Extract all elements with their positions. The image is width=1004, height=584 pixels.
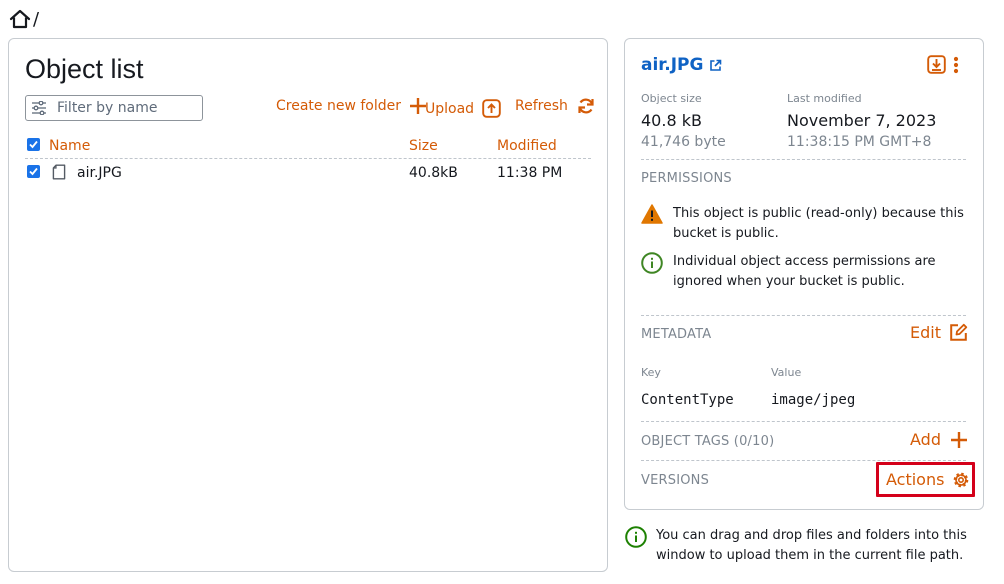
edit-metadata-button[interactable]: Edit <box>910 323 968 342</box>
gear-icon <box>952 471 970 489</box>
download-icon[interactable] <box>927 55 946 74</box>
upload-label: Upload <box>425 100 475 117</box>
versions-header: VERSIONS <box>641 473 710 488</box>
warning-text-line2: bucket is public. <box>673 226 779 241</box>
filter-icon <box>31 101 47 115</box>
more-options-icon[interactable] <box>952 56 960 74</box>
filename-link[interactable]: air.JPG <box>641 55 722 75</box>
info-text-line1: Individual object access permissions are <box>673 254 936 269</box>
object-size-label: Object size <box>641 92 702 105</box>
select-all-checkbox[interactable] <box>27 138 40 151</box>
home-icon[interactable] <box>8 8 32 30</box>
divider <box>641 421 966 422</box>
warning-text-line1: This object is public (read-only) becaus… <box>673 206 964 221</box>
page-title: Object list <box>25 54 144 84</box>
info-icon <box>641 252 663 274</box>
permissions-header: PERMISSIONS <box>641 171 732 186</box>
create-folder-label: Create new folder <box>276 98 401 114</box>
row-checkbox[interactable] <box>27 165 40 178</box>
metadata-key: ContentType <box>641 392 734 408</box>
info-icon <box>625 526 647 548</box>
refresh-button[interactable]: Refresh <box>515 97 595 115</box>
breadcrumb-separator: / <box>33 8 40 30</box>
breadcrumb: / <box>8 8 39 30</box>
tip-text-line1: You can drag and drop files and folders … <box>656 528 967 543</box>
refresh-label: Refresh <box>515 98 568 114</box>
metadata-header: METADATA <box>641 327 712 342</box>
edit-label: Edit <box>910 323 941 342</box>
warning-icon <box>641 204 663 224</box>
external-link-icon <box>709 59 722 72</box>
object-tags-header: OBJECT TAGS (0/10) <box>641 434 775 449</box>
row-name: air.JPG <box>77 165 122 181</box>
metadata-value: image/jpeg <box>771 392 856 408</box>
last-modified-label: Last modified <box>787 92 862 105</box>
metadata-key-label: Key <box>641 366 661 379</box>
object-size-value: 40.8 kB <box>641 111 702 130</box>
file-icon <box>52 164 66 180</box>
edit-icon <box>949 323 968 342</box>
filter-input[interactable]: Filter by name <box>25 95 203 121</box>
column-size-header[interactable]: Size <box>409 138 438 154</box>
object-size-bytes: 41,746 byte <box>641 134 726 150</box>
row-modified: 11:38 PM <box>497 165 563 181</box>
add-tag-button[interactable]: Add <box>910 430 968 449</box>
last-modified-date: November 7, 2023 <box>787 111 937 130</box>
divider <box>641 315 966 316</box>
filter-placeholder: Filter by name <box>57 100 158 116</box>
tip-text-line2: window to upload them in the current fil… <box>656 548 964 563</box>
divider <box>641 159 966 160</box>
plus-icon <box>950 431 968 449</box>
create-folder-button[interactable]: Create new folder <box>276 97 427 115</box>
last-modified-time: 11:38:15 PM GMT+8 <box>787 134 932 150</box>
upload-button[interactable]: Upload <box>425 99 501 118</box>
add-label: Add <box>910 430 941 449</box>
row-size: 40.8kB <box>409 165 458 181</box>
filename-label: air.JPG <box>641 55 704 75</box>
upload-icon <box>482 99 501 118</box>
divider <box>641 460 966 461</box>
actions-label: Actions <box>886 470 945 489</box>
header-divider <box>25 158 591 159</box>
metadata-value-label: Value <box>771 366 802 379</box>
info-text-line2: ignored when your bucket is public. <box>673 274 905 289</box>
refresh-icon <box>577 97 595 115</box>
actions-button[interactable]: Actions <box>886 470 970 489</box>
table-row[interactable]: air.JPG 40.8kB 11:38 PM <box>25 162 591 184</box>
column-name-header[interactable]: Name <box>49 138 90 154</box>
column-modified-header[interactable]: Modified <box>497 138 557 154</box>
